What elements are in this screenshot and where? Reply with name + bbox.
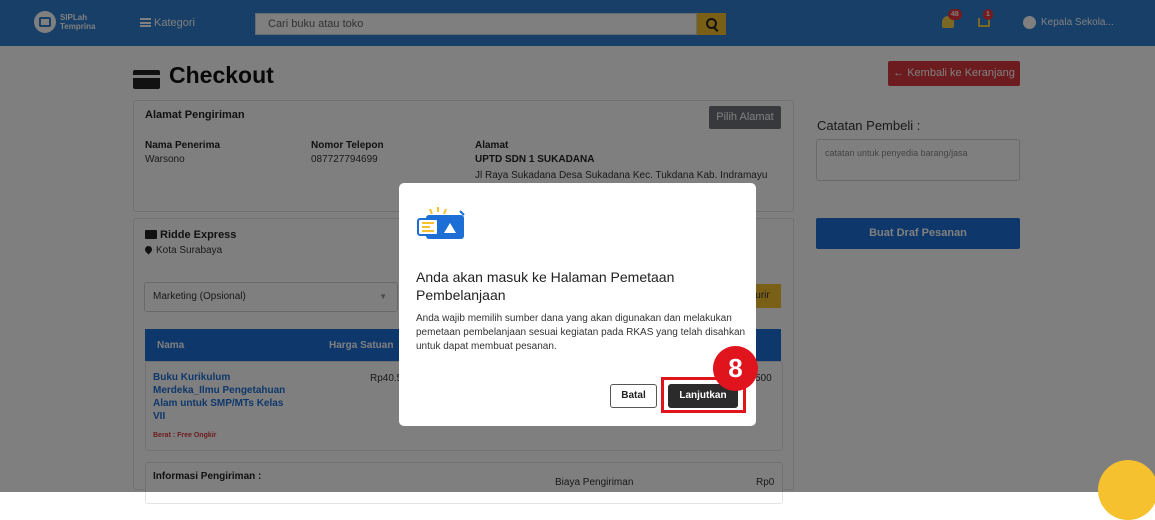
chat-bubble-icon[interactable] (1098, 460, 1155, 520)
pemetaan-logo-icon (417, 207, 465, 239)
modal-body: Anda wajib memilih sumber dana yang akan… (416, 313, 746, 352)
step-number-badge: 8 (713, 346, 758, 391)
modal-title: Anda akan masuk ke Halaman Pemetaan Pemb… (416, 269, 675, 303)
batal-button[interactable]: Batal (610, 384, 657, 408)
